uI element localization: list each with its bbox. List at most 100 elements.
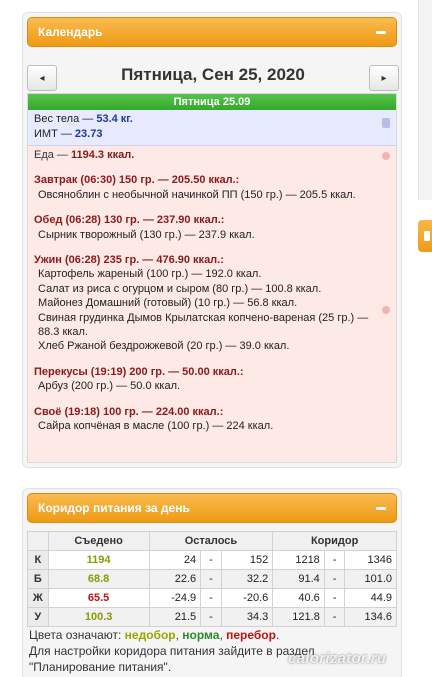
edit-icon[interactable] (382, 118, 390, 128)
row-label: Ж (27, 588, 49, 608)
corridor-table: Съедено Осталось Коридор К 1194 24 - 152… (27, 531, 397, 627)
range-dash: - (200, 550, 222, 570)
weight-value: 53.4 кг. (96, 113, 133, 125)
corridor-panel-header[interactable]: Коридор питания за день (27, 493, 397, 523)
left-to-cell: 152 (220, 550, 274, 570)
legend-prefix: Цвета означают: (29, 628, 125, 642)
eaten-cell: 100.3 (47, 607, 150, 627)
food-total: Еда — 1194.3 ккал. (34, 148, 390, 162)
meal-item: Овсяноблин с необычной начинкой ПП (150 … (38, 188, 356, 201)
left-from-cell: 21.5 (148, 607, 202, 627)
calendar-panel-title: Календарь (38, 25, 103, 39)
corridor-to-cell: 134.6 (344, 607, 397, 627)
meal-title: Завтрак (06:30) 150 гр. — 205.50 ккал.: (34, 174, 240, 187)
column-header (27, 531, 49, 551)
legend-line: Цвета означают: недобор, норма, перебор. (29, 627, 399, 643)
table-row: Б 68.8 22.6 - 32.2 91.4 - 101.0 (27, 569, 397, 589)
corridor-from-cell: 40.6 (272, 588, 325, 608)
column-header: Коридор (272, 531, 397, 551)
day-entry: Пятница 25.09 Вес тела — 53.4 кг. ИМТ — … (27, 93, 397, 463)
left-from-cell: 22.6 (148, 569, 202, 589)
meal-title: Ужин (06:28) 235 гр. — 476.90 ккал.: (34, 254, 224, 267)
meal-item: Сырник творожный (130 гр.) — 237.9 ккал. (38, 228, 255, 241)
corridor-panel: Коридор питания за день Съедено Осталось… (22, 488, 402, 677)
corridor-to-cell: 101.0 (344, 569, 397, 589)
table-row: У 100.3 21.5 - 34.3 121.8 - 134.6 (27, 607, 397, 627)
meal-item: Майонез Домашний (готовый) (10 гр.) — 56… (38, 297, 298, 310)
eaten-cell: 1194 (47, 550, 150, 570)
date-navigation: ◂ Пятница, Сен 25, 2020 ▸ (23, 53, 403, 93)
meal-breakfast: Завтрак (06:30) 150 гр. — 205.50 ккал.: … (34, 173, 390, 202)
calendar-panel: Календарь ◂ Пятница, Сен 25, 2020 ▸ Пятн… (22, 12, 402, 468)
meal-item: Арбуз (200 гр.) — 50.0 ккал. (38, 380, 181, 393)
column-header: Осталось (148, 531, 274, 551)
day-bar[interactable]: Пятница 25.09 (28, 94, 396, 110)
table-header-row: Съедено Осталось Коридор (27, 531, 397, 551)
right-arrow-icon: ▸ (381, 72, 387, 84)
legend-norm: норма (182, 628, 220, 642)
collapse-icon[interactable] (376, 507, 386, 510)
weight-label: Вес тела — (34, 113, 97, 125)
weight-line: Вес тела — 53.4 кг. (34, 112, 390, 127)
legend-under: недобор (124, 628, 176, 642)
row-label: У (27, 607, 49, 627)
adjacent-column (418, 0, 432, 200)
corridor-panel-title: Коридор питания за день (38, 501, 190, 515)
page: Календарь ◂ Пятница, Сен 25, 2020 ▸ Пятн… (0, 0, 432, 677)
eaten-cell: 65.5 (47, 588, 150, 608)
corridor-from-cell: 121.8 (272, 607, 325, 627)
meal-title: Обед (06:28) 130 гр. — 237.90 ккал.: (34, 214, 225, 227)
meal-own: Своё (19:18) 100 гр. — 224.00 ккал.: Сай… (34, 405, 390, 434)
side-panel-tab[interactable] (418, 220, 432, 252)
meal-dinner: Ужин (06:28) 235 гр. — 476.90 ккал.: Кар… (34, 253, 390, 354)
meal-item: Свиная грудинка Дымов Крылатская копчено… (38, 311, 369, 339)
meal-item: Сайра копчёная в масле (100 гр.) — 224 к… (38, 420, 274, 433)
range-dash: - (323, 550, 346, 570)
date-title: Пятница, Сен 25, 2020 (121, 65, 305, 84)
table-row: Ж 65.5 -24.9 - -20.6 40.6 - 44.9 (27, 588, 397, 608)
left-arrow-icon: ◂ (39, 72, 45, 84)
next-day-button[interactable]: ▸ (369, 65, 399, 91)
calendar-panel-header[interactable]: Календарь (27, 17, 397, 47)
meal-lunch: Обед (06:28) 130 гр. — 237.90 ккал.: Сыр… (34, 213, 390, 242)
meal-title: Своё (19:18) 100 гр. — 224.00 ккал.: (34, 405, 224, 418)
corridor-from-cell: 91.4 (272, 569, 325, 589)
eaten-cell: 68.8 (47, 569, 150, 589)
corridor-to-cell: 1346 (344, 550, 397, 570)
left-from-cell: -24.9 (148, 588, 202, 608)
left-from-cell: 24 (148, 550, 202, 570)
row-label: Б (27, 569, 49, 589)
left-to-cell: 34.3 (220, 607, 274, 627)
legend-end: . (275, 628, 280, 642)
corridor-to-cell: 44.9 (344, 588, 397, 608)
corridor-from-cell: 1218 (272, 550, 325, 570)
bmi-value: 23.73 (74, 128, 103, 140)
table-row: К 1194 24 - 152 1218 - 1346 (27, 550, 397, 570)
range-dash: - (200, 569, 222, 589)
food-diary[interactable]: Еда — 1194.3 ккал. Завтрак (06:30) 150 г… (28, 146, 396, 462)
left-to-cell: -20.6 (220, 588, 274, 608)
range-dash: - (200, 588, 222, 608)
body-metrics[interactable]: Вес тела — 53.4 кг. ИМТ — 23.73 (28, 110, 396, 146)
food-label: Еда — (34, 149, 71, 161)
meal-item: Салат из риса с огурцом и сыром (80 гр.)… (38, 282, 322, 295)
bmi-label: ИМТ — (34, 128, 75, 140)
meal-snacks: Перекусы (19:19) 200 гр. — 50.00 ккал.: … (34, 365, 390, 394)
watermark: calorizator.ru (288, 650, 387, 667)
edit-food-icon[interactable] (382, 152, 390, 160)
bmi-line: ИМТ — 23.73 (34, 127, 390, 142)
range-dash: - (323, 607, 346, 627)
meal-item: Хлеб Ржаной бездрожжевой (20 гр.) — 39.0… (38, 340, 290, 353)
meal-item: Картофель жареный (100 гр.) — 192.0 ккал… (38, 268, 262, 281)
prev-day-button[interactable]: ◂ (27, 65, 57, 91)
meal-title: Перекусы (19:19) 200 гр. — 50.00 ккал.: (34, 365, 244, 378)
legend-over: перебор (226, 628, 276, 642)
range-dash: - (200, 607, 222, 627)
left-to-cell: 32.2 (220, 569, 274, 589)
hand-cursor-icon (382, 306, 390, 314)
collapse-icon[interactable] (376, 31, 386, 34)
row-label: К (27, 550, 49, 570)
range-dash: - (323, 588, 346, 608)
food-value: 1194.3 ккал. (71, 149, 135, 161)
column-header: Съедено (47, 531, 150, 551)
